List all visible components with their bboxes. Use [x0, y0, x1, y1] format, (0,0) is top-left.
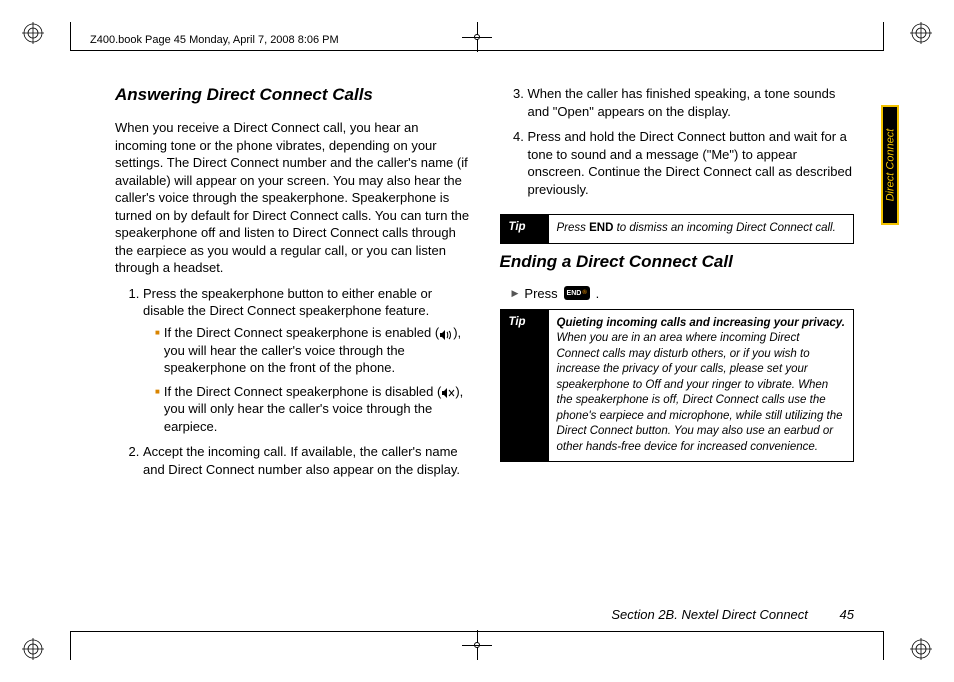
crop-line — [883, 632, 884, 660]
bullet-icon: ■ — [155, 387, 160, 436]
footer-page-number: 45 — [840, 607, 854, 622]
footer-section: Section 2B. Nextel Direct Connect — [611, 607, 808, 622]
section-thumb-tab: Direct Connect — [881, 105, 899, 225]
step-3: When the caller has finished speaking, a… — [528, 85, 855, 120]
tip2-body: When you are in an area where incoming D… — [557, 332, 843, 453]
speaker-off-icon — [441, 386, 455, 398]
steps-list-cont: When the caller has finished speaking, a… — [500, 85, 855, 206]
steps-list: Press the speakerphone button to either … — [115, 285, 470, 486]
tip-end-key: END — [589, 222, 613, 234]
press-label: Press — [524, 286, 557, 301]
page-footer: Section 2B. Nextel Direct Connect 45 — [0, 607, 854, 622]
bullet-icon: ■ — [155, 328, 160, 377]
step-2: Accept the incoming call. If available, … — [143, 443, 470, 478]
step-1-text: Press the speakerphone button to either … — [143, 286, 432, 319]
step-1: Press the speakerphone button to either … — [143, 285, 470, 435]
heading-ending: Ending a Direct Connect Call — [500, 252, 855, 272]
page-meta-header: Z400.book Page 45 Monday, April 7, 2008 … — [90, 34, 339, 46]
section-thumb-label: Direct Connect — [884, 129, 896, 202]
tip-box-1: Tip Press END to dismiss an incoming Dir… — [500, 214, 855, 244]
tip2-lead: Quieting incoming calls and increasing y… — [557, 317, 845, 329]
page-content: Answering Direct Connect Calls When you … — [115, 85, 854, 602]
step-4: Press and hold the Direct Connect button… — [528, 128, 855, 198]
crop-line — [70, 22, 71, 50]
crosshair-icon — [462, 22, 492, 52]
registration-mark-icon — [910, 22, 932, 44]
crop-line — [70, 632, 71, 660]
crosshair-icon — [462, 630, 492, 660]
tip-label: Tip — [501, 310, 549, 462]
press-end-instruction: ▶ Press END®. — [500, 286, 855, 301]
tip-body: Press END to dismiss an incoming Direct … — [549, 215, 844, 243]
tip-label: Tip — [501, 215, 549, 243]
tip-body: Quieting incoming calls and increasing y… — [549, 310, 854, 462]
press-period: . — [596, 286, 600, 301]
step-1a: ■ If the Direct Connect speakerphone is … — [155, 324, 470, 377]
crop-line — [883, 22, 884, 50]
right-column: When the caller has finished speaking, a… — [500, 85, 855, 602]
registration-mark-icon — [910, 638, 932, 660]
step-1a-text: If the Direct Connect speakerphone is en… — [164, 324, 470, 377]
triangle-bullet-icon: ▶ — [512, 288, 519, 299]
end-key-icon: END® — [564, 286, 590, 300]
registration-mark-icon — [22, 638, 44, 660]
heading-answering: Answering Direct Connect Calls — [115, 85, 470, 105]
speaker-on-icon — [439, 328, 453, 340]
step-1b-text: If the Direct Connect speakerphone is di… — [164, 383, 470, 436]
left-column: Answering Direct Connect Calls When you … — [115, 85, 470, 602]
tip-box-2: Tip Quieting incoming calls and increasi… — [500, 309, 855, 463]
registration-mark-icon — [22, 22, 44, 44]
step-1b: ■ If the Direct Connect speakerphone is … — [155, 383, 470, 436]
intro-paragraph: When you receive a Direct Connect call, … — [115, 119, 470, 277]
